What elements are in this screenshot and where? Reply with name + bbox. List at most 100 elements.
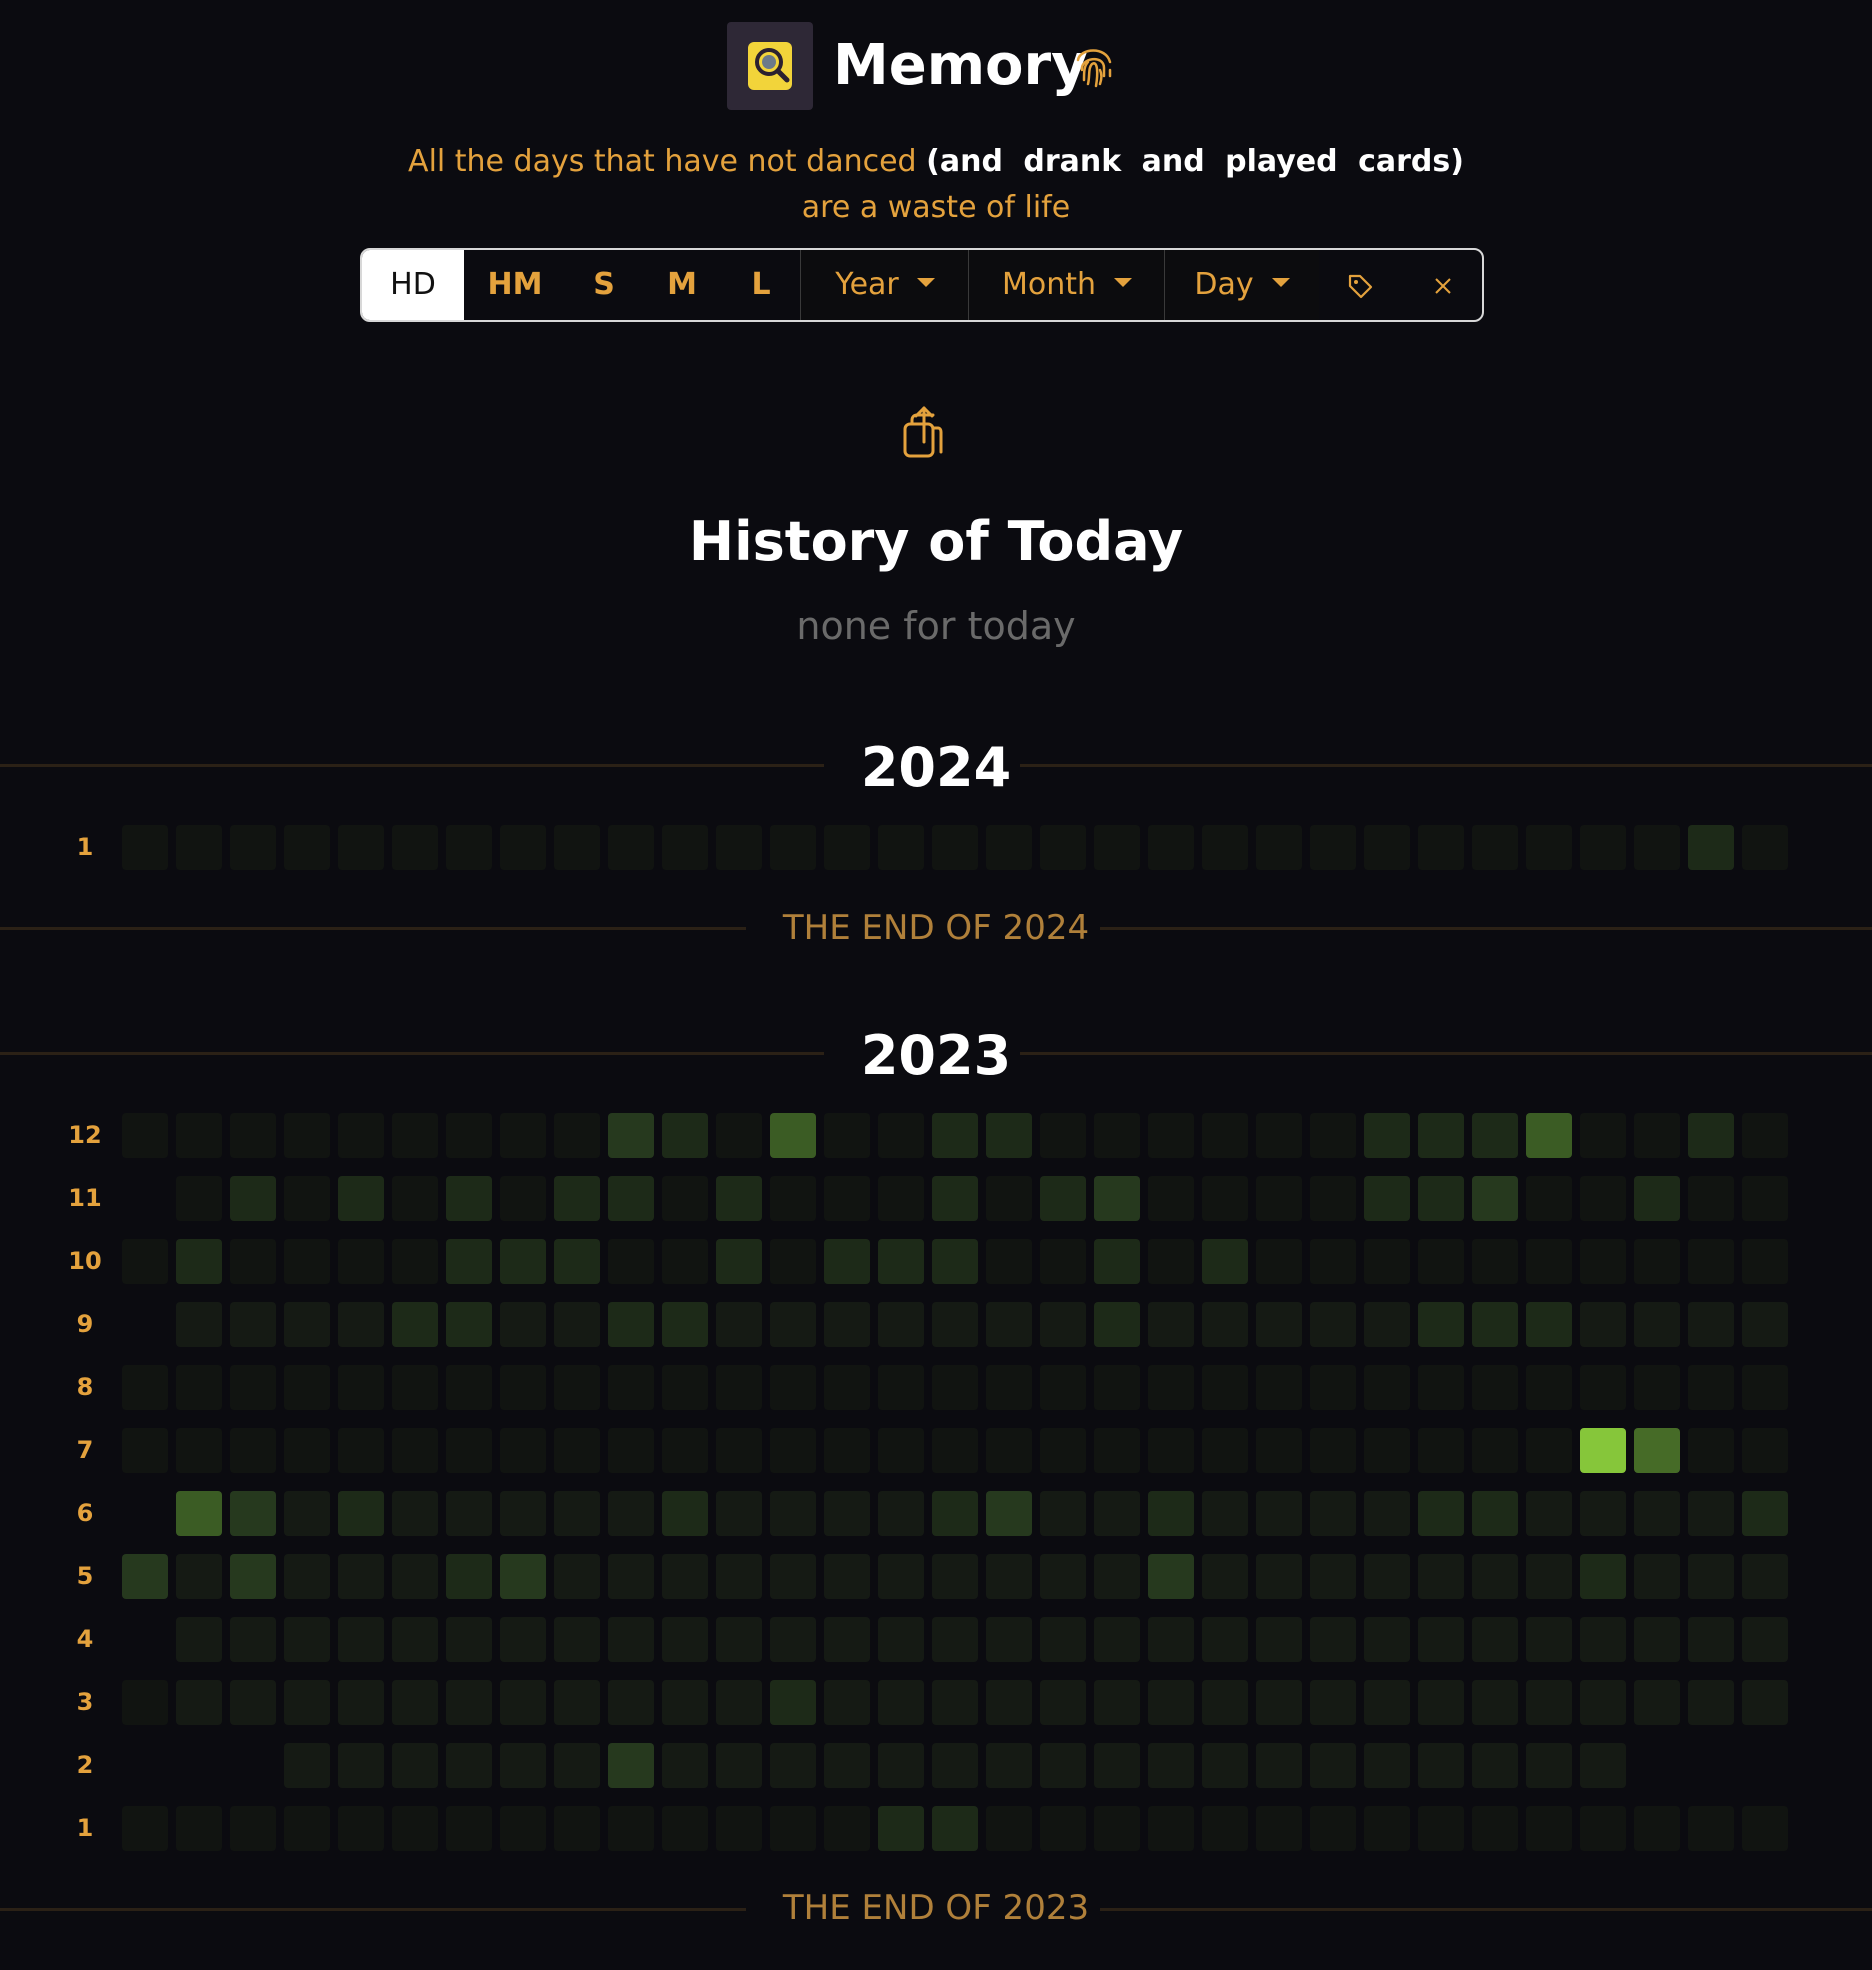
day-cell[interactable] [338,1617,384,1662]
day-cell[interactable] [1364,1554,1410,1599]
day-cell[interactable] [392,1365,438,1410]
day-cell[interactable] [878,1365,924,1410]
day-cell[interactable] [1094,1302,1140,1347]
day-cell[interactable] [716,1806,762,1851]
day-cell[interactable] [500,1428,546,1473]
day-cell[interactable] [1688,1239,1734,1284]
day-cell[interactable] [500,1239,546,1284]
day-cell[interactable] [1202,1806,1248,1851]
day-cell[interactable] [932,1428,978,1473]
day-cell[interactable] [500,1554,546,1599]
day-cell[interactable] [554,1680,600,1725]
day-cell[interactable] [770,1113,816,1158]
day-cell[interactable] [1148,1806,1194,1851]
day-cell[interactable] [1472,1491,1518,1536]
share-icon[interactable] [898,404,948,460]
day-cell[interactable] [1742,825,1788,870]
day-cell[interactable] [1472,1428,1518,1473]
day-cell[interactable] [1472,1743,1518,1788]
day-cell[interactable] [824,1176,870,1221]
day-cell[interactable] [662,1617,708,1662]
day-cell[interactable] [1688,1365,1734,1410]
day-cell[interactable] [1688,1302,1734,1347]
day-cell[interactable] [1310,1617,1356,1662]
day-cell[interactable] [716,1491,762,1536]
day-cell[interactable] [1364,1302,1410,1347]
size-l-button[interactable]: L [722,250,800,320]
day-cell[interactable] [1310,1680,1356,1725]
day-cell[interactable] [1040,1113,1086,1158]
day-cell[interactable] [878,1428,924,1473]
day-cell[interactable] [716,1302,762,1347]
app-logo[interactable] [727,22,813,110]
day-cell[interactable] [1202,1302,1248,1347]
day-cell[interactable] [284,1365,330,1410]
day-cell[interactable] [230,1806,276,1851]
day-cell[interactable] [716,825,762,870]
day-cell[interactable] [1202,1365,1248,1410]
day-cell[interactable] [1634,1617,1680,1662]
day-cell[interactable] [1634,1239,1680,1284]
day-cell[interactable] [500,1806,546,1851]
day-cell[interactable] [1742,1554,1788,1599]
day-cell[interactable] [1634,1428,1680,1473]
day-cell[interactable] [446,1491,492,1536]
day-cell[interactable] [986,1680,1032,1725]
size-m-button[interactable]: M [642,250,722,320]
day-cell[interactable] [1526,1554,1572,1599]
day-cell[interactable] [446,1302,492,1347]
day-cell[interactable] [554,1302,600,1347]
day-cell[interactable] [500,1176,546,1221]
day-cell[interactable] [1364,1113,1410,1158]
day-cell[interactable] [1202,1491,1248,1536]
day-cell[interactable] [1040,1806,1086,1851]
day-cell[interactable] [986,1743,1032,1788]
day-cell[interactable] [1256,1176,1302,1221]
day-cell[interactable] [230,1365,276,1410]
day-cell[interactable] [176,1554,222,1599]
day-cell[interactable] [176,1491,222,1536]
day-cell[interactable] [1364,1365,1410,1410]
day-cell[interactable] [338,1176,384,1221]
day-cell[interactable] [1256,1491,1302,1536]
day-cell[interactable] [554,825,600,870]
day-cell[interactable] [500,1302,546,1347]
day-cell[interactable] [1472,1176,1518,1221]
day-cell[interactable] [1256,1680,1302,1725]
day-cell[interactable] [1256,1743,1302,1788]
day-cell[interactable] [284,1680,330,1725]
day-cell[interactable] [1742,1491,1788,1536]
day-cell[interactable] [500,1365,546,1410]
day-cell[interactable] [1418,1806,1464,1851]
day-cell[interactable] [1040,1428,1086,1473]
day-cell[interactable] [446,1617,492,1662]
day-cell[interactable] [1256,1239,1302,1284]
day-cell[interactable] [1256,1428,1302,1473]
day-cell[interactable] [338,1491,384,1536]
day-cell[interactable] [1418,1491,1464,1536]
day-cell[interactable] [1148,1617,1194,1662]
day-cell[interactable] [122,1113,168,1158]
day-cell[interactable] [1580,1743,1626,1788]
day-cell[interactable] [716,1617,762,1662]
day-cell[interactable] [986,1491,1032,1536]
day-cell[interactable] [608,1113,654,1158]
day-cell[interactable] [1310,1428,1356,1473]
day-cell[interactable] [230,825,276,870]
day-cell[interactable] [1094,1743,1140,1788]
day-cell[interactable] [1310,1239,1356,1284]
day-cell[interactable] [176,1806,222,1851]
day-cell[interactable] [1364,1680,1410,1725]
day-cell[interactable] [338,825,384,870]
day-cell[interactable] [446,1428,492,1473]
day-cell[interactable] [1094,1176,1140,1221]
day-cell[interactable] [716,1239,762,1284]
day-cell[interactable] [662,1176,708,1221]
day-cell[interactable] [878,1113,924,1158]
day-cell[interactable] [1634,1680,1680,1725]
day-cell[interactable] [1688,1617,1734,1662]
day-cell[interactable] [1310,1806,1356,1851]
day-cell[interactable] [176,1365,222,1410]
day-cell[interactable] [1634,825,1680,870]
day-cell[interactable] [554,1617,600,1662]
